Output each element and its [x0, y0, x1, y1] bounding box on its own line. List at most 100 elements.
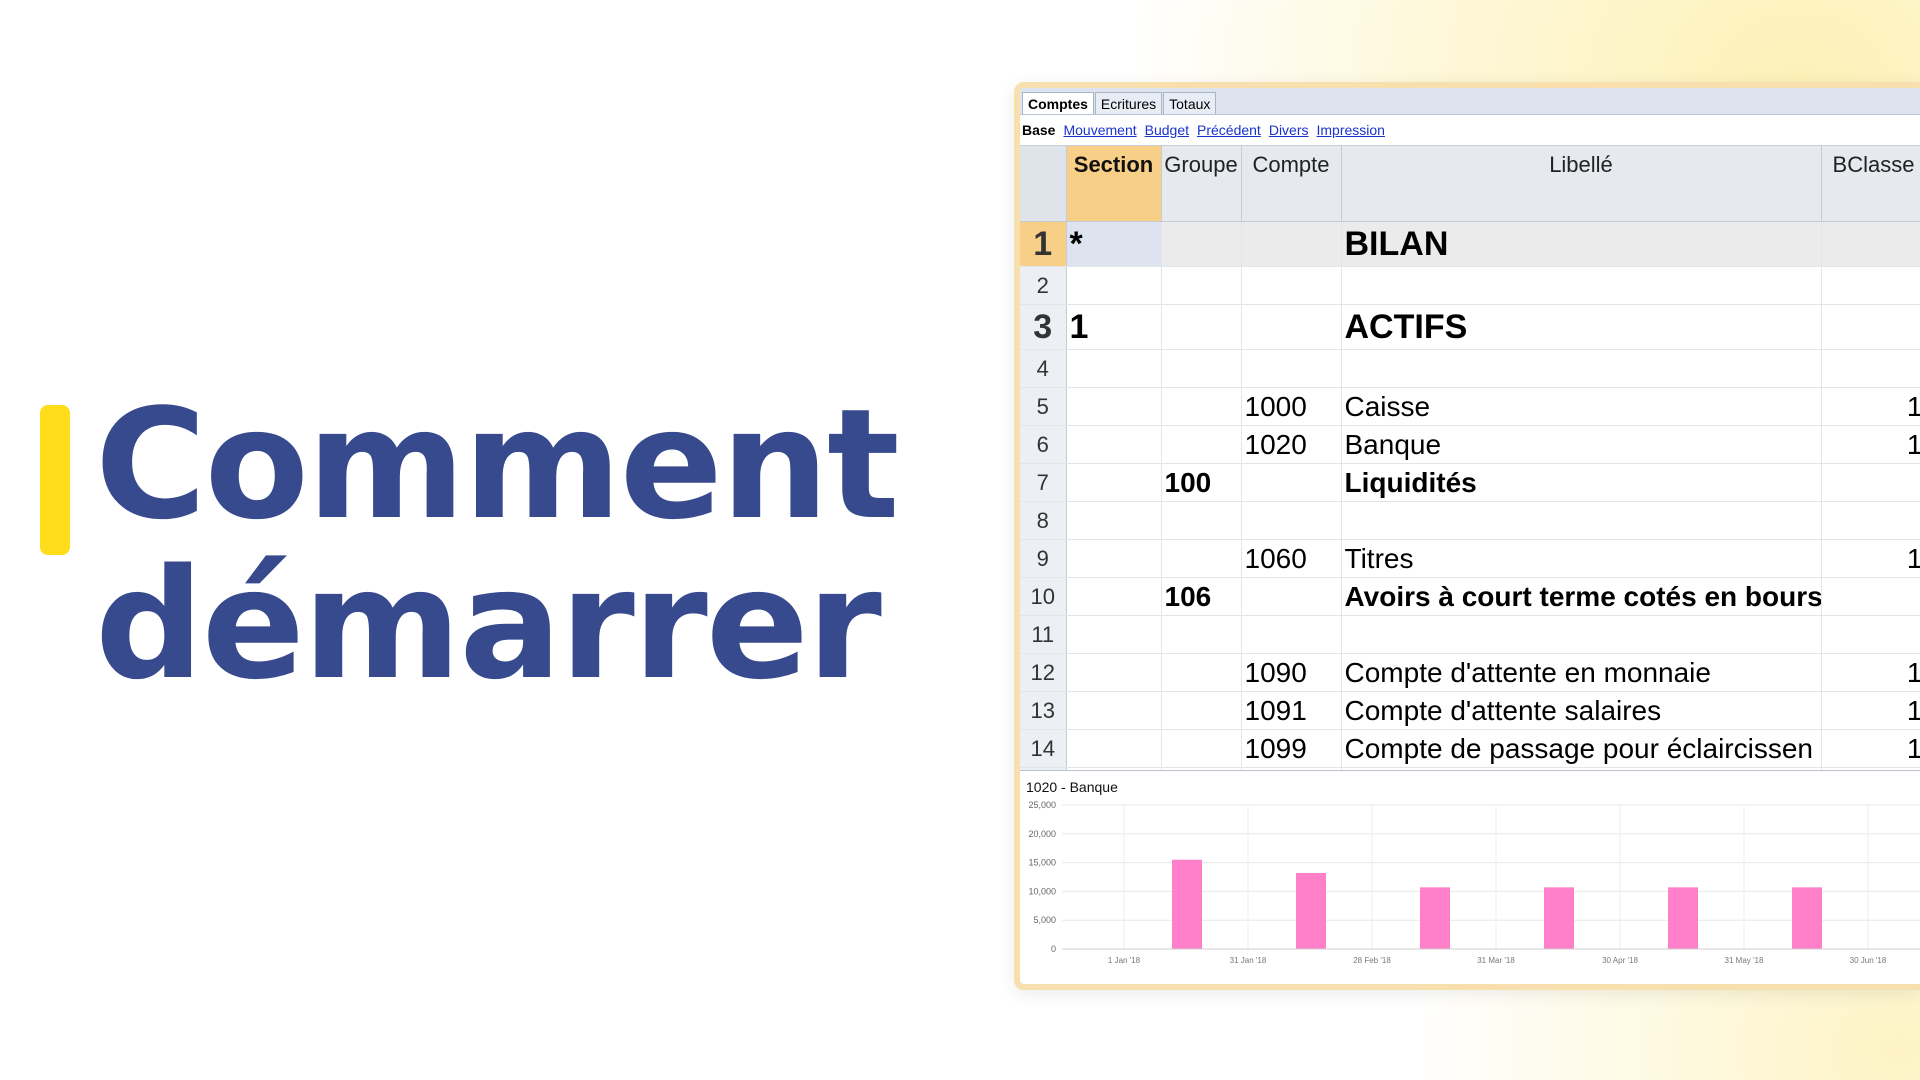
section-cell[interactable] [1066, 577, 1162, 616]
row-number-cell[interactable]: 5 [1020, 387, 1067, 426]
column-header-groupe[interactable]: Groupe [1161, 146, 1242, 222]
table-row[interactable]: 8 [1020, 501, 1920, 540]
section-cell[interactable] [1066, 653, 1162, 692]
section-cell[interactable]: * [1066, 221, 1162, 267]
compte-cell[interactable] [1241, 577, 1342, 616]
libelle-cell[interactable]: Compte d'attente salaires [1341, 691, 1822, 730]
groupe-cell[interactable] [1161, 425, 1242, 464]
libelle-cell[interactable]: ACTIFS [1341, 304, 1822, 350]
view-budget[interactable]: Budget [1145, 122, 1189, 138]
libelle-cell[interactable]: Liquidités [1341, 463, 1822, 502]
section-cell[interactable] [1066, 501, 1162, 540]
bclasse-cell[interactable] [1821, 304, 1920, 350]
table-row[interactable]: 5 1000Caisse1 [1020, 387, 1920, 426]
section-cell[interactable] [1066, 425, 1162, 464]
table-row[interactable]: 11 [1020, 615, 1920, 654]
libelle-cell[interactable]: Compte d'attente en monnaie [1341, 653, 1822, 692]
groupe-cell[interactable] [1161, 729, 1242, 768]
tab-comptes[interactable]: Comptes [1022, 92, 1094, 114]
compte-cell[interactable] [1241, 501, 1342, 540]
row-number-cell[interactable]: 8 [1020, 501, 1067, 540]
table-row[interactable]: 3 1 ACTIFS [1020, 304, 1920, 350]
section-cell[interactable] [1066, 266, 1162, 305]
table-row[interactable]: 2 [1020, 266, 1920, 305]
groupe-cell[interactable] [1161, 691, 1242, 730]
tab-ecritures[interactable]: Ecritures [1094, 92, 1163, 114]
table-row[interactable]: 1 * BILAN [1020, 221, 1920, 267]
row-number-header[interactable] [1020, 146, 1067, 222]
bclasse-cell[interactable] [1821, 615, 1920, 654]
row-number-cell[interactable]: 9 [1020, 539, 1067, 578]
section-cell[interactable] [1066, 691, 1162, 730]
table-row[interactable]: 7 100 Liquidités [1020, 463, 1920, 502]
compte-cell[interactable]: 1091 [1241, 691, 1342, 730]
groupe-cell[interactable] [1161, 653, 1242, 692]
groupe-cell[interactable] [1161, 304, 1242, 350]
table-row[interactable]: 12 1090Compte d'attente en monnaie1 [1020, 653, 1920, 692]
compte-cell[interactable]: 1000 [1241, 387, 1342, 426]
compte-cell[interactable]: 1060 [1241, 539, 1342, 578]
table-row[interactable]: 6 1020Banque1 [1020, 425, 1920, 464]
libelle-cell[interactable]: Compte de passage pour éclaircissen [1341, 729, 1822, 768]
bclasse-cell[interactable]: 1 [1821, 539, 1920, 578]
tab-totaux[interactable]: Totaux [1163, 92, 1217, 114]
compte-cell[interactable]: 1090 [1241, 653, 1342, 692]
section-cell[interactable] [1066, 387, 1162, 426]
table-row[interactable]: 10 106 Avoirs à court terme cotés en bours [1020, 577, 1920, 616]
section-cell[interactable] [1066, 539, 1162, 578]
compte-cell[interactable] [1241, 615, 1342, 654]
compte-cell[interactable]: 1020 [1241, 425, 1342, 464]
row-number-cell[interactable]: 11 [1020, 615, 1067, 654]
section-cell[interactable]: 1 [1066, 304, 1162, 350]
groupe-cell[interactable] [1161, 539, 1242, 578]
accounts-grid-container[interactable]: Section Groupe Compte Libellé BClasse 1 *… [1020, 145, 1920, 771]
row-number-cell[interactable]: 12 [1020, 653, 1067, 692]
libelle-cell[interactable] [1341, 501, 1822, 540]
groupe-cell[interactable]: 100 [1161, 463, 1242, 502]
section-cell[interactable] [1066, 615, 1162, 654]
libelle-cell[interactable] [1341, 266, 1822, 305]
bclasse-cell[interactable] [1821, 221, 1920, 267]
row-number-cell[interactable]: 1 [1020, 221, 1067, 267]
bclasse-cell[interactable]: 1 [1821, 729, 1920, 768]
section-cell[interactable] [1066, 463, 1162, 502]
row-number-cell[interactable]: 2 [1020, 266, 1067, 305]
row-number-cell[interactable]: 3 [1020, 304, 1067, 350]
groupe-cell[interactable] [1161, 615, 1242, 654]
groupe-cell[interactable] [1161, 266, 1242, 305]
compte-cell[interactable] [1241, 304, 1342, 350]
section-cell[interactable] [1066, 729, 1162, 768]
bclasse-cell[interactable] [1821, 463, 1920, 502]
table-row[interactable]: 4 [1020, 349, 1920, 388]
groupe-cell[interactable] [1161, 387, 1242, 426]
libelle-cell[interactable]: Titres [1341, 539, 1822, 578]
bclasse-cell[interactable]: 1 [1821, 653, 1920, 692]
groupe-cell[interactable] [1161, 349, 1242, 388]
column-header-section[interactable]: Section [1066, 146, 1162, 222]
column-header-bclasse[interactable]: BClasse [1821, 146, 1920, 222]
row-number-cell[interactable]: 6 [1020, 425, 1067, 464]
row-number-cell[interactable]: 13 [1020, 691, 1067, 730]
table-row[interactable]: 9 1060Titres1 [1020, 539, 1920, 578]
libelle-cell[interactable]: Banque [1341, 425, 1822, 464]
libelle-cell[interactable] [1341, 349, 1822, 388]
bclasse-cell[interactable]: 1 [1821, 691, 1920, 730]
groupe-cell[interactable]: 106 [1161, 577, 1242, 616]
compte-cell[interactable] [1241, 221, 1342, 267]
bclasse-cell[interactable] [1821, 266, 1920, 305]
table-row[interactable]: 14 1099 Compte de passage pour éclaircisse… [1020, 729, 1920, 768]
libelle-cell[interactable] [1341, 615, 1822, 654]
groupe-cell[interactable] [1161, 501, 1242, 540]
view-mouvement[interactable]: Mouvement [1063, 122, 1136, 138]
compte-cell[interactable] [1241, 463, 1342, 502]
libelle-cell[interactable]: Avoirs à court terme cotés en bours [1341, 577, 1822, 616]
row-number-cell[interactable]: 4 [1020, 349, 1067, 388]
view-precedent[interactable]: Précédent [1197, 122, 1261, 138]
compte-cell[interactable] [1241, 266, 1342, 305]
libelle-cell[interactable]: Caisse [1341, 387, 1822, 426]
compte-cell[interactable] [1241, 349, 1342, 388]
column-header-compte[interactable]: Compte [1241, 146, 1342, 222]
row-number-cell[interactable]: 10 [1020, 577, 1067, 616]
view-divers[interactable]: Divers [1269, 122, 1309, 138]
compte-cell[interactable]: 1099 [1241, 729, 1342, 768]
